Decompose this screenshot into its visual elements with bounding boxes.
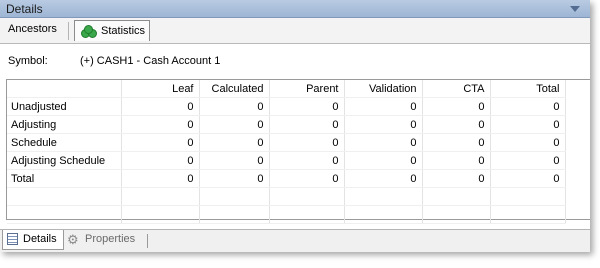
table-empty-row [7,187,566,206]
top-tabstrip: Ancestors Statistics [0,18,590,44]
tab-ancestors[interactable]: Ancestors [8,23,57,35]
table-row: Schedule 0 0 0 0 0 0 [7,133,566,152]
column-header-parent[interactable]: Parent [269,80,345,98]
column-header [7,80,122,98]
row-label: Unadjusted [7,97,122,116]
table-cell: 0 [490,151,566,170]
table-cell: 0 [121,133,200,152]
statistics-icon [81,25,97,38]
tab-divider [147,234,148,248]
table-row: Total 0 0 0 0 0 0 [7,169,566,188]
table-cell: 0 [269,169,345,188]
table-cell: 0 [344,169,423,188]
column-header-calculated[interactable]: Calculated [199,80,270,98]
tab-statistics-label: Statistics [101,25,146,37]
column-header-cta[interactable]: CTA [422,80,491,98]
table-row: Unadjusted 0 0 0 0 0 0 [7,97,566,116]
table-cell: 0 [490,169,566,188]
tab-statistics[interactable]: Statistics [74,20,150,41]
table-cell: 0 [199,169,270,188]
symbol-label: Symbol: [8,55,48,67]
table-cell: 0 [269,115,345,134]
table-cell: 0 [422,97,491,116]
table-cell: 0 [199,133,270,152]
column-header-total[interactable]: Total [490,80,566,98]
row-label: Adjusting [7,115,122,134]
column-header-validation[interactable]: Validation [344,80,423,98]
tab-details[interactable]: Details [2,230,64,250]
table-cell: 0 [199,151,270,170]
table-cell: 0 [422,133,491,152]
table-row: Adjusting 0 0 0 0 0 0 [7,115,566,134]
table-cell: 0 [121,97,200,116]
table-cell: 0 [490,97,566,116]
tab-details-label: Details [23,233,57,245]
statistics-table: Leaf Calculated Parent Validation CTA To… [6,79,590,224]
table-row: Adjusting Schedule 0 0 0 0 0 0 [7,151,566,170]
table-cell: 0 [344,115,423,134]
table-cell: 0 [199,115,270,134]
table-cell: 0 [422,169,491,188]
table-cell: 0 [199,97,270,116]
table-cell: 0 [269,151,345,170]
details-icon [7,233,18,245]
table-cell: 0 [121,115,200,134]
panel-title: Details [6,2,43,16]
row-label: Adjusting Schedule [7,151,122,170]
details-panel: Details Ancestors Statistics Symbol: (+)… [0,0,590,252]
panel-titlebar: Details [0,0,590,18]
row-label: Schedule [7,133,122,152]
table-cell: 0 [121,169,200,188]
row-label: Total [7,169,122,188]
table-cell: 0 [269,97,345,116]
gear-icon: ⚙ [67,232,79,247]
table-cell: 0 [344,133,423,152]
table-cell: 0 [344,97,423,116]
bottom-tabstrip: Details ⚙ Properties [0,229,590,252]
table-cell: 0 [490,133,566,152]
table-empty-row [7,205,566,224]
table-cell: 0 [121,151,200,170]
column-header-leaf[interactable]: Leaf [121,80,200,98]
symbol-value: (+) CASH1 - Cash Account 1 [80,55,221,67]
table-header-row: Leaf Calculated Parent Validation CTA To… [7,80,566,98]
chevron-down-icon[interactable] [570,6,580,12]
tab-divider [68,22,69,40]
table-cell: 0 [490,115,566,134]
table-cell: 0 [269,133,345,152]
table-cell: 0 [422,115,491,134]
tab-properties-label: Properties [85,233,136,245]
table-cell: 0 [422,151,491,170]
table-cell: 0 [344,151,423,170]
